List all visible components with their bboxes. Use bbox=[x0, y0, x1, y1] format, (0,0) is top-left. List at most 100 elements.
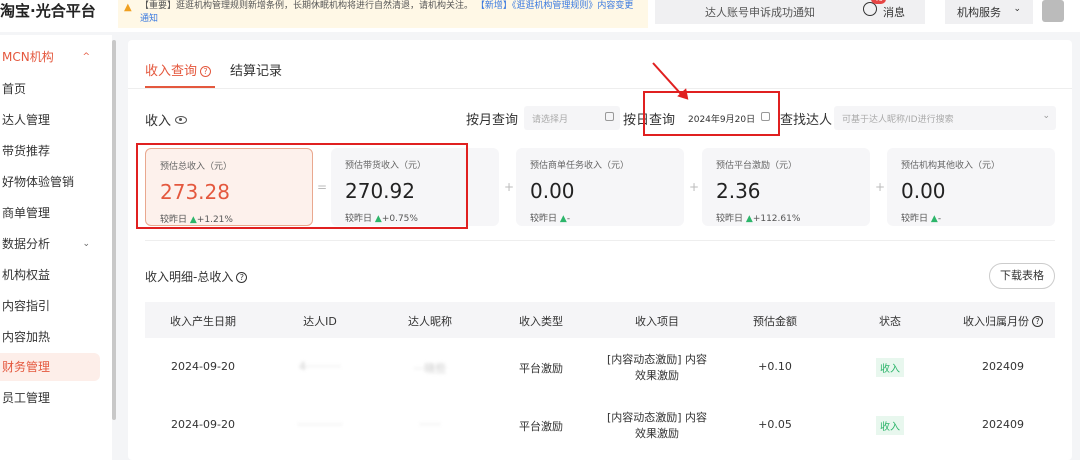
sidebar-item-label: 数据分析 bbox=[2, 237, 51, 251]
plus-operator: + bbox=[875, 180, 886, 194]
cards-divider bbox=[145, 240, 1055, 241]
card-compare: 较昨日 ▲- bbox=[530, 211, 670, 224]
latest-message[interactable]: 达人账号申诉成功通知 bbox=[705, 4, 815, 20]
card-title: 预估平台激励（元） bbox=[716, 161, 798, 171]
cell-month: 202409 bbox=[982, 418, 1024, 431]
tab-income-query[interactable]: 收入查询? bbox=[145, 60, 212, 79]
sidebar-item-content-boost[interactable]: 内容加热 bbox=[0, 323, 100, 351]
chevron-down-icon: ⌄ bbox=[1013, 4, 1021, 14]
tab-settlement-records[interactable]: 结算记录 bbox=[230, 60, 282, 79]
notice-link-suffix[interactable]: 通知 bbox=[140, 14, 158, 24]
card-other-income[interactable]: 预估机构其他收入（元） 0.00 较昨日 ▲- bbox=[887, 148, 1055, 226]
cell-item-line: [内容动态激励] 内容 bbox=[606, 411, 708, 424]
cell-amount: +0.05 bbox=[758, 418, 792, 431]
column-header: 状态 bbox=[879, 315, 901, 328]
sidebar-item-benefits[interactable]: 机构权益 bbox=[0, 261, 100, 289]
bell-icon[interactable] bbox=[863, 2, 877, 16]
income-label-text: 收入 bbox=[145, 114, 172, 129]
cell-item-line: 效果激励 bbox=[635, 427, 679, 440]
income-label: 收入 bbox=[145, 110, 188, 129]
plus-operator: + bbox=[689, 180, 700, 194]
cell-talent-id: 4·········· bbox=[299, 360, 341, 373]
org-service-label: 机构服务 bbox=[957, 6, 1001, 19]
help-icon[interactable]: ? bbox=[1032, 316, 1043, 327]
annotation-box-cards bbox=[136, 143, 468, 229]
card-change: - bbox=[937, 214, 942, 224]
plus-operator: + bbox=[504, 180, 515, 194]
chevron-up-icon: ^ bbox=[82, 52, 90, 62]
month-picker-placeholder: 请选择月 bbox=[532, 115, 569, 125]
help-icon[interactable]: ? bbox=[236, 272, 248, 283]
column-header: 达人ID bbox=[303, 315, 337, 328]
table-row[interactable]: 2024-09-20 ············· ······ 平台激励 [内容… bbox=[145, 396, 1055, 454]
compare-label: 较昨日 bbox=[901, 214, 929, 224]
month-query-label: 按月查询 bbox=[466, 113, 519, 128]
find-talent-label: 查找达人 bbox=[780, 113, 833, 128]
detail-section-title: 收入明细-总收入? bbox=[145, 268, 248, 285]
top-bar: 淘宝·光合平台 ▲ 【重要】逛逛机构管理规则新增条例，长期休眠机构将进行自然清退… bbox=[0, 0, 1080, 32]
message-bar[interactable]: 达人账号申诉成功通知 40 消息 bbox=[655, 0, 925, 24]
column-header: 达人昵称 bbox=[408, 315, 452, 328]
talent-search-placeholder: 可基于达人昵称/ID进行搜索 bbox=[842, 115, 954, 125]
notice-text: 【重要】逛逛机构管理规则新增条例，长期休眠机构将进行自然清退，请机构关注。 bbox=[140, 1, 474, 11]
tab-label: 收入查询 bbox=[145, 64, 198, 79]
card-change: +112.61% bbox=[752, 214, 801, 224]
card-change: - bbox=[566, 214, 571, 224]
help-icon[interactable]: ? bbox=[200, 66, 212, 77]
column-header: 收入项目 bbox=[635, 315, 679, 328]
detail-title-text: 收入明细-总收入 bbox=[145, 270, 234, 284]
sidebar-item-finance[interactable]: 财务管理 bbox=[0, 353, 100, 381]
notice-banner: ▲ 【重要】逛逛机构管理规则新增条例，长期休眠机构将进行自然清退，请机构关注。 … bbox=[118, 0, 648, 28]
card-value: 0.00 bbox=[530, 179, 575, 203]
sidebar: MCN机构 ^ 首页 达人管理 带货推荐 好物体验管销 商单管理 数据分析 ⌄ … bbox=[0, 35, 112, 460]
table-row[interactable]: 2024-09-20 4·········· ···晓些 平台激励 [内容动态激… bbox=[145, 338, 1055, 396]
sidebar-item-product-trial[interactable]: 好物体验管销 bbox=[0, 168, 100, 196]
platform-logo[interactable]: 淘宝·光合平台 bbox=[0, 0, 96, 21]
sidebar-item-content-guide[interactable]: 内容指引 bbox=[0, 292, 100, 320]
sidebar-item-staff[interactable]: 员工管理 bbox=[0, 384, 100, 412]
cell-date: 2024-09-20 bbox=[171, 360, 235, 373]
cell-month: 202409 bbox=[982, 360, 1024, 373]
column-header: 预估金额 bbox=[753, 315, 797, 328]
messages-label[interactable]: 消息 bbox=[883, 4, 905, 20]
sidebar-item-talents[interactable]: 达人管理 bbox=[0, 106, 100, 134]
card-order-task-income[interactable]: 预估商单任务收入（元） 0.00 较昨日 ▲- bbox=[516, 148, 684, 226]
column-header: 收入产生日期 bbox=[170, 315, 236, 328]
eye-icon[interactable] bbox=[175, 116, 188, 124]
status-badge: 收入 bbox=[876, 358, 904, 377]
cell-talent-id: ············· bbox=[297, 418, 343, 431]
compare-label: 较昨日 bbox=[530, 214, 558, 224]
sidebar-item-orders[interactable]: 商单管理 bbox=[0, 199, 100, 227]
notice-link[interactable]: 【新增】《逛逛机构管理规则》内容变更 bbox=[476, 1, 634, 11]
annotation-box-date bbox=[643, 91, 780, 136]
cell-type: 平台激励 bbox=[519, 420, 563, 433]
cell-item-line: 效果激励 bbox=[635, 369, 679, 382]
chevron-down-icon: ⌄ bbox=[82, 239, 90, 249]
cell-item: [内容动态激励] 内容 效果激励 bbox=[600, 410, 714, 442]
download-table-button[interactable]: 下载表格 bbox=[989, 263, 1055, 289]
chevron-down-icon: ⌄ bbox=[1042, 111, 1050, 121]
card-compare: 较昨日 ▲+112.61% bbox=[716, 211, 856, 224]
cell-nickname: ······ bbox=[419, 418, 441, 431]
card-platform-incentive[interactable]: 预估平台激励（元） 2.36 较昨日 ▲+112.61% bbox=[702, 148, 870, 226]
sidebar-item-home[interactable]: 首页 bbox=[0, 75, 100, 103]
cell-item-line: [内容动态激励] 内容 bbox=[606, 353, 708, 366]
calendar-icon bbox=[605, 112, 614, 121]
card-title: 预估机构其他收入（元） bbox=[901, 161, 1001, 171]
sidebar-section-mcn[interactable]: MCN机构 ^ bbox=[0, 43, 100, 71]
avatar[interactable] bbox=[1042, 0, 1064, 22]
sidebar-section-label: MCN机构 bbox=[2, 50, 54, 64]
sidebar-item-recommend[interactable]: 带货推荐 bbox=[0, 137, 100, 165]
card-compare: 较昨日 ▲- bbox=[901, 211, 1041, 224]
cell-type: 平台激励 bbox=[519, 362, 563, 375]
column-header: 收入类型 bbox=[519, 315, 563, 328]
column-header: 收入归属月份? bbox=[953, 313, 1053, 329]
main-panel: 收入查询? 结算记录 收入 按月查询 请选择月 按日查询 2024年9月20日 … bbox=[128, 40, 1072, 460]
month-picker[interactable]: 请选择月 bbox=[524, 106, 620, 130]
sidebar-item-analytics[interactable]: 数据分析 ⌄ bbox=[0, 230, 100, 258]
sidebar-scrollbar[interactable] bbox=[112, 40, 116, 420]
trend-up-icon: ▲ bbox=[745, 214, 753, 224]
org-service-menu[interactable]: 机构服务 ⌄ bbox=[945, 0, 1033, 24]
compare-label: 较昨日 bbox=[716, 214, 744, 224]
talent-search-input[interactable]: 可基于达人昵称/ID进行搜索 ⌄ bbox=[834, 106, 1056, 130]
